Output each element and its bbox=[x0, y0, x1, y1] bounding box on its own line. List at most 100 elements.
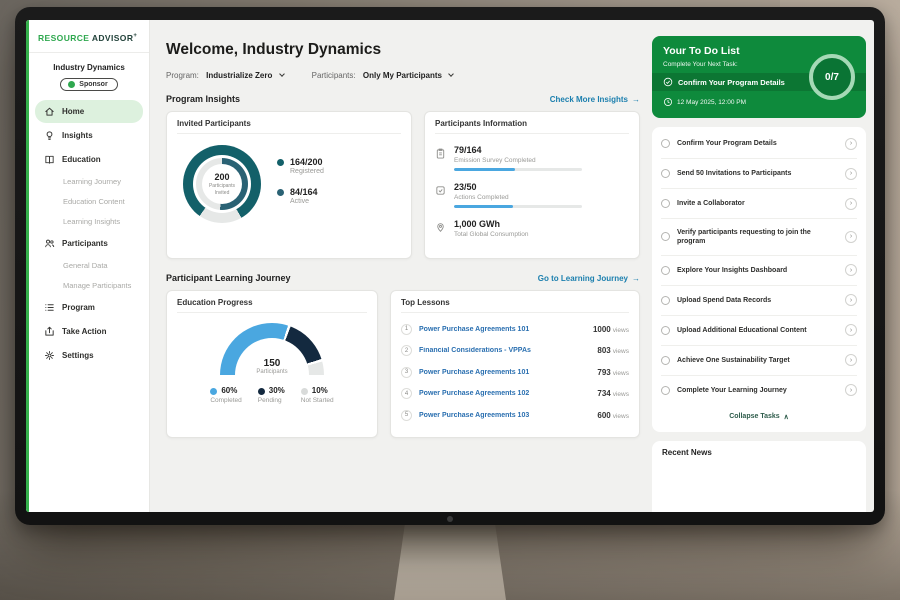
sidebar-item-program[interactable]: Program bbox=[35, 296, 143, 319]
sidebar-item-label: Learning Insights bbox=[63, 217, 120, 226]
sidebar-item-education[interactable]: Education bbox=[35, 148, 143, 171]
task-checkbox[interactable] bbox=[661, 139, 670, 148]
sidebar-item-education-content[interactable]: Education Content bbox=[35, 192, 143, 211]
sidebar-item-manage-participants[interactable]: Manage Participants bbox=[35, 276, 143, 295]
gauge-center-label: Participants bbox=[220, 369, 324, 375]
sidebar: RESOURCE ADVISOR+ Industry Dynamics Spon… bbox=[26, 20, 150, 512]
survey-icon bbox=[435, 146, 446, 171]
task-item[interactable]: Upload Additional Educational Content › bbox=[661, 316, 857, 346]
org-name: Industry Dynamics bbox=[29, 63, 149, 72]
lesson-link[interactable]: Power Purchase Agreements 101 bbox=[419, 326, 586, 333]
monitor-stand bbox=[394, 522, 506, 600]
chevron-right-icon[interactable]: › bbox=[845, 198, 857, 210]
donut-center: 200 Participants Invited bbox=[203, 165, 241, 203]
participants-information-card: Participants Information 79/164 Emission… bbox=[424, 111, 640, 259]
chevron-right-icon[interactable]: › bbox=[845, 354, 857, 366]
gauge-center-value: 150 bbox=[220, 358, 324, 369]
info-value: 23/50 bbox=[454, 182, 582, 192]
task-checkbox[interactable] bbox=[661, 296, 670, 305]
sidebar-item-learning-journey[interactable]: Learning Journey bbox=[35, 172, 143, 191]
learning-section-header: Participant Learning Journey Go to Learn… bbox=[166, 273, 640, 283]
task-checkbox[interactable] bbox=[661, 356, 670, 365]
legend-item: 84/164 Active bbox=[277, 187, 324, 205]
education-progress-gauge: 150 Participants bbox=[220, 323, 324, 375]
info-label: Total Global Consumption bbox=[454, 231, 528, 238]
task-checkbox[interactable] bbox=[661, 386, 670, 395]
chevron-down-icon bbox=[279, 71, 285, 77]
lesson-rank: 1 bbox=[401, 324, 412, 335]
legend-value: 60% bbox=[221, 386, 237, 395]
app-logo: RESOURCE ADVISOR+ bbox=[29, 20, 149, 53]
lesson-views: 803 bbox=[597, 346, 610, 355]
task-checkbox[interactable] bbox=[661, 266, 670, 275]
lesson-rank: 2 bbox=[401, 345, 412, 356]
collapse-tasks-button[interactable]: Collapse Tasks ∧ bbox=[661, 405, 857, 430]
sidebar-item-label: Participants bbox=[62, 239, 108, 248]
info-row: 23/50 Actions Completed bbox=[435, 182, 629, 208]
todo-next-task-label: Confirm Your Program Details bbox=[678, 78, 785, 87]
sidebar-item-take-action[interactable]: Take Action bbox=[35, 320, 143, 343]
legend-label: Active bbox=[290, 198, 318, 205]
task-item[interactable]: Verify participants requesting to join t… bbox=[661, 219, 857, 256]
task-item[interactable]: Upload Spend Data Records › bbox=[661, 286, 857, 316]
sponsor-badge[interactable]: Sponsor bbox=[60, 78, 117, 91]
participants-filter-value: Only My Participants bbox=[363, 71, 442, 80]
card-title: Education Progress bbox=[177, 298, 367, 313]
chevron-right-icon[interactable]: › bbox=[845, 231, 857, 243]
gauge-legend: 60% Completed 30% Pending 10% Not Starte… bbox=[210, 386, 333, 404]
legend-value: 164/200 bbox=[290, 157, 324, 167]
legend-item: 10% Not Started bbox=[301, 386, 334, 404]
insights-cards-row: Invited Participants 200 Participants In… bbox=[166, 111, 640, 259]
chevron-right-icon[interactable]: › bbox=[845, 384, 857, 396]
sidebar-item-insights[interactable]: Insights bbox=[35, 124, 143, 147]
task-item[interactable]: Complete Your Learning Journey › bbox=[661, 376, 857, 405]
main-content: Welcome, Industry Dynamics Program: Indu… bbox=[150, 20, 652, 512]
lesson-row: 1 Power Purchase Agreements 101 1000view… bbox=[401, 324, 629, 335]
monitor-bezel: RESOURCE ADVISOR+ Industry Dynamics Spon… bbox=[15, 7, 885, 525]
filter-bar: Program: Industrialize Zero Participants… bbox=[166, 71, 640, 80]
task-label: Complete Your Learning Journey bbox=[677, 386, 838, 395]
todo-panel: Your To Do List Complete Your Next Task:… bbox=[652, 20, 874, 512]
sidebar-item-general-data[interactable]: General Data bbox=[35, 256, 143, 275]
task-checkbox[interactable] bbox=[661, 199, 670, 208]
sidebar-item-settings[interactable]: Settings bbox=[35, 344, 143, 367]
task-checkbox[interactable] bbox=[661, 169, 670, 178]
sidebar-item-home[interactable]: Home bbox=[35, 100, 143, 123]
task-label: Invite a Collaborator bbox=[677, 199, 838, 208]
task-item[interactable]: Confirm Your Program Details › bbox=[661, 129, 857, 159]
recent-news-header[interactable]: Recent News bbox=[652, 441, 866, 512]
check-more-insights-link[interactable]: Check More Insights → bbox=[550, 95, 640, 104]
info-label: Actions Completed bbox=[454, 194, 582, 201]
chevron-right-icon[interactable]: › bbox=[845, 264, 857, 276]
lesson-link[interactable]: Power Purchase Agreements 103 bbox=[419, 412, 590, 419]
sidebar-item-label: Program bbox=[62, 303, 95, 312]
task-item[interactable]: Invite a Collaborator › bbox=[661, 189, 857, 219]
participants-filter[interactable]: Participants: Only My Participants bbox=[312, 71, 454, 80]
lesson-link[interactable]: Power Purchase Agreements 102 bbox=[419, 390, 590, 397]
task-checkbox[interactable] bbox=[661, 326, 670, 335]
chevron-right-icon[interactable]: › bbox=[845, 138, 857, 150]
lesson-link[interactable]: Financial Considerations - VPPAs bbox=[419, 347, 590, 354]
task-item[interactable]: Explore Your Insights Dashboard › bbox=[661, 256, 857, 286]
chevron-right-icon[interactable]: › bbox=[845, 324, 857, 336]
go-to-learning-journey-link[interactable]: Go to Learning Journey → bbox=[538, 274, 640, 283]
task-checkbox[interactable] bbox=[661, 232, 670, 241]
chevron-right-icon[interactable]: › bbox=[845, 294, 857, 306]
info-row: 79/164 Emission Survey Completed bbox=[435, 145, 629, 171]
chevron-down-icon bbox=[448, 71, 454, 77]
task-item[interactable]: Send 50 Invitations to Participants › bbox=[661, 159, 857, 189]
sidebar-item-learning-insights[interactable]: Learning Insights bbox=[35, 212, 143, 231]
program-filter[interactable]: Program: Industrialize Zero bbox=[166, 71, 284, 80]
task-label: Upload Spend Data Records bbox=[677, 296, 838, 305]
lesson-link[interactable]: Power Purchase Agreements 101 bbox=[419, 369, 590, 376]
legend-item: 30% Pending bbox=[258, 386, 285, 404]
task-label: Confirm Your Program Details bbox=[677, 139, 838, 148]
sidebar-item-participants[interactable]: Participants bbox=[35, 232, 143, 255]
task-item[interactable]: Achieve One Sustainability Target › bbox=[661, 346, 857, 376]
lesson-row: 2 Financial Considerations - VPPAs 803vi… bbox=[401, 345, 629, 356]
lesson-row: 5 Power Purchase Agreements 103 600views bbox=[401, 410, 629, 421]
task-label: Achieve One Sustainability Target bbox=[677, 356, 838, 365]
chevron-right-icon[interactable]: › bbox=[845, 168, 857, 180]
participants-filter-label: Participants: bbox=[312, 71, 356, 80]
sponsor-badge-label: Sponsor bbox=[79, 81, 107, 88]
